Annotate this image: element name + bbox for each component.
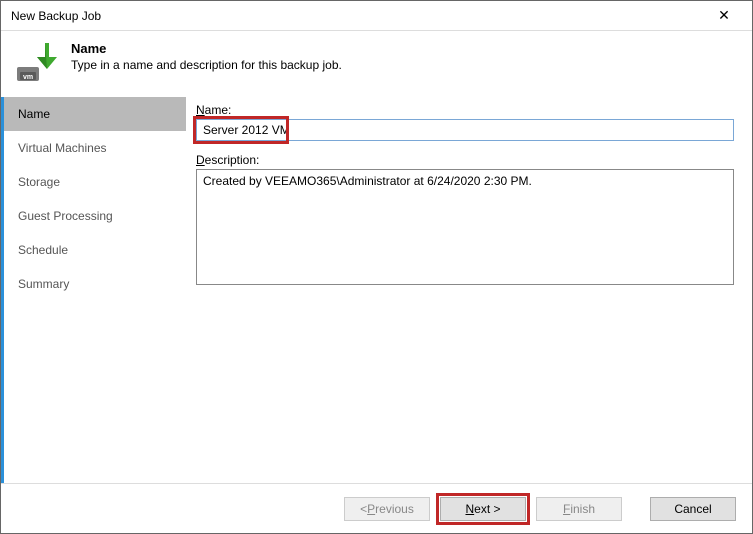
job-name-input[interactable] — [196, 119, 734, 141]
sidebar-item-label: Name — [18, 107, 50, 121]
previous-button: < Previous — [344, 497, 430, 521]
vm-backup-icon: vm — [15, 41, 59, 85]
wizard-header-text: Name Type in a name and description for … — [71, 41, 342, 72]
wizard-footer: < Previous Next > Finish Cancel — [1, 483, 752, 533]
sidebar-item-summary[interactable]: Summary — [4, 267, 186, 301]
close-icon: ✕ — [718, 7, 730, 24]
wizard-header: vm Name Type in a name and description f… — [1, 31, 752, 97]
sidebar-item-schedule[interactable]: Schedule — [4, 233, 186, 267]
name-field-label: Name: — [196, 103, 734, 117]
wizard-content: Name: Description: — [186, 97, 752, 483]
cancel-button[interactable]: Cancel — [650, 497, 736, 521]
wizard-sidebar: Name Virtual Machines Storage Guest Proc… — [1, 97, 186, 483]
svg-text:vm: vm — [23, 74, 33, 81]
step-description: Type in a name and description for this … — [71, 58, 342, 72]
next-button-wrap: Next > — [440, 497, 526, 521]
sidebar-item-label: Guest Processing — [18, 209, 113, 223]
sidebar-item-label: Summary — [18, 277, 69, 291]
wizard-window: New Backup Job ✕ vm Name Type in a name … — [0, 0, 753, 534]
description-field-label: Description: — [196, 153, 734, 167]
window-title: New Backup Job — [11, 9, 101, 23]
close-button[interactable]: ✕ — [704, 2, 744, 30]
wizard-body: Name Virtual Machines Storage Guest Proc… — [1, 97, 752, 483]
sidebar-item-name[interactable]: Name — [4, 97, 186, 131]
titlebar: New Backup Job ✕ — [1, 1, 752, 31]
name-field-row — [196, 119, 734, 141]
job-description-textarea[interactable] — [196, 169, 734, 285]
finish-button: Finish — [536, 497, 622, 521]
sidebar-item-virtual-machines[interactable]: Virtual Machines — [4, 131, 186, 165]
sidebar-item-label: Schedule — [18, 243, 68, 257]
step-title: Name — [71, 41, 342, 56]
sidebar-item-label: Storage — [18, 175, 60, 189]
sidebar-item-label: Virtual Machines — [18, 141, 107, 155]
sidebar-item-guest-processing[interactable]: Guest Processing — [4, 199, 186, 233]
sidebar-item-storage[interactable]: Storage — [4, 165, 186, 199]
next-button[interactable]: Next > — [440, 497, 526, 521]
